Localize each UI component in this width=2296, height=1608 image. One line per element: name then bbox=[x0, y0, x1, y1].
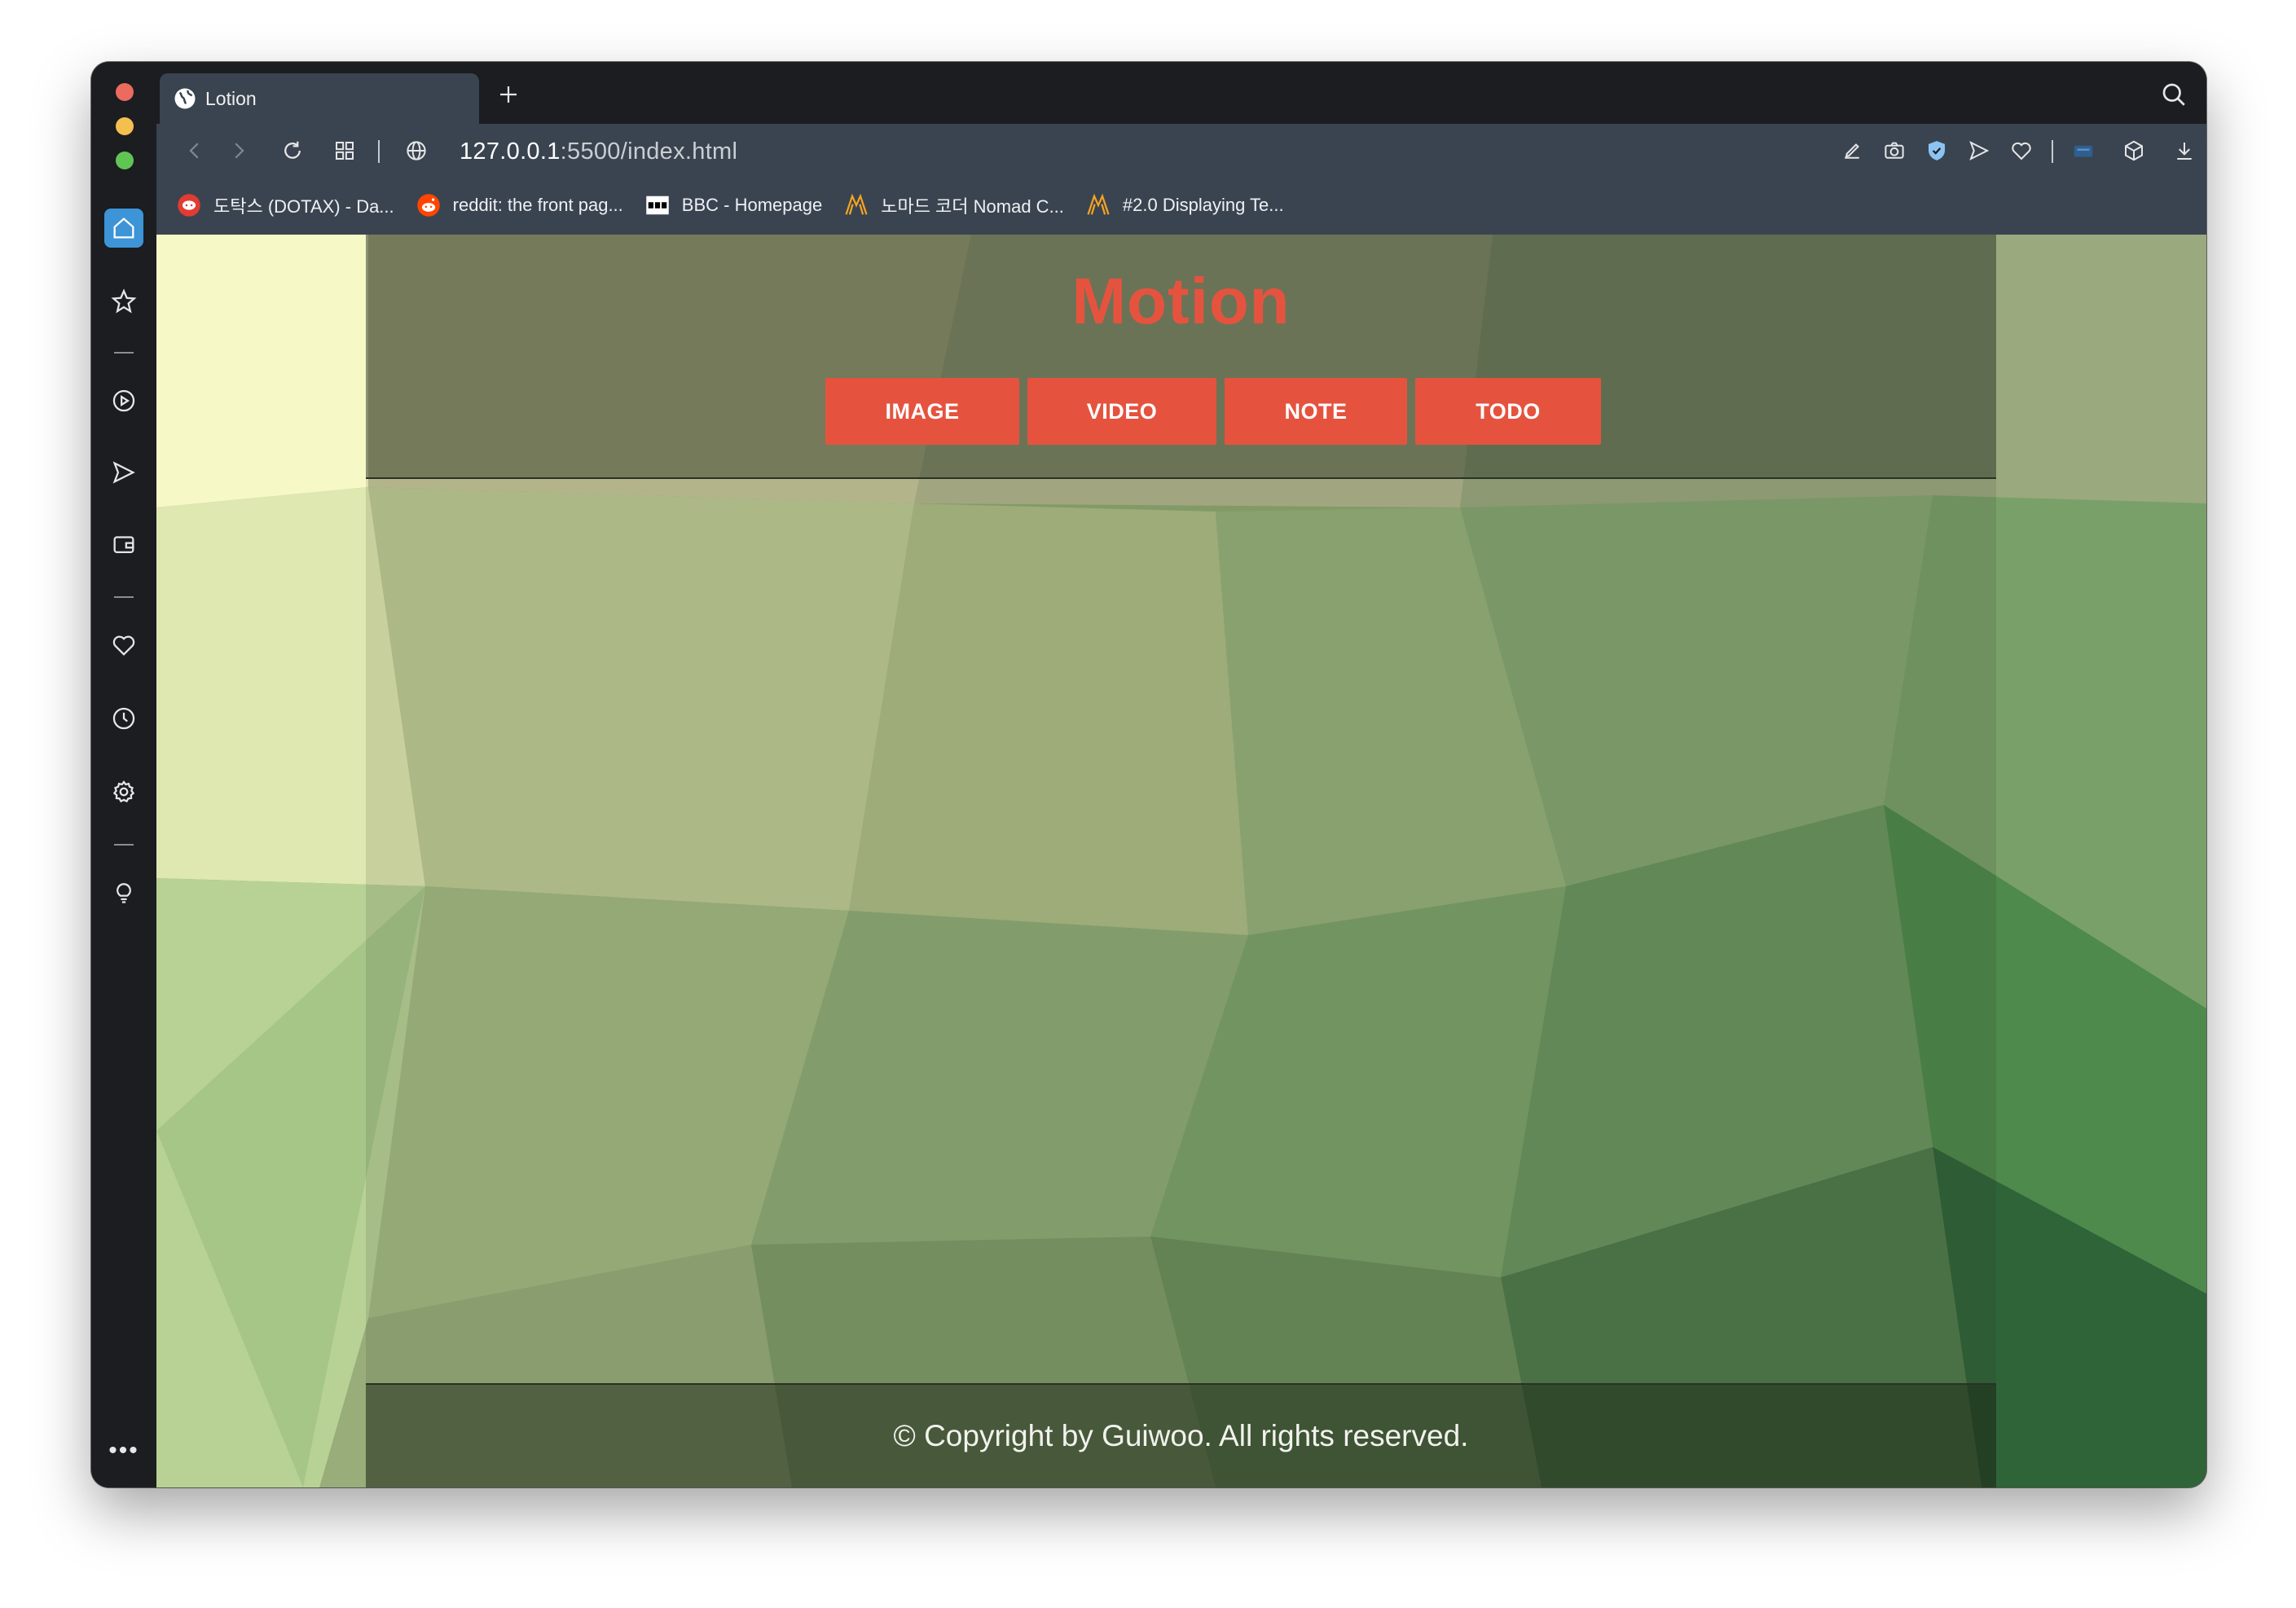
shield-icon bbox=[1929, 141, 1945, 160]
page-viewport: Motion IMAGE VIDEO NOTE TODO © Copyright… bbox=[156, 235, 2206, 1487]
url-path: :5500/index.html bbox=[560, 138, 738, 165]
bookmark-item[interactable]: 도탁스 (DOTAX) - Da... bbox=[176, 192, 394, 218]
screenshot-button[interactable] bbox=[1880, 137, 1908, 165]
globe-icon bbox=[174, 88, 196, 109]
nomad-favicon bbox=[843, 192, 869, 218]
nomad-favicon bbox=[1085, 192, 1111, 218]
send-icon bbox=[112, 461, 135, 484]
bookmark-label: #2.0 Displaying Te... bbox=[1122, 195, 1284, 215]
tab-title: Lotion bbox=[205, 87, 257, 109]
sidebar-divider bbox=[114, 352, 134, 354]
sidebar-divider bbox=[114, 596, 134, 598]
page-document-area bbox=[366, 479, 1996, 1383]
lightbulb-icon bbox=[117, 883, 131, 903]
zoom-window-button[interactable] bbox=[116, 152, 134, 169]
play-icon bbox=[112, 389, 135, 412]
bookmark-item[interactable]: 노마드 코더 Nomad C... bbox=[843, 192, 1064, 218]
chevron-right-icon bbox=[235, 143, 244, 159]
heart-icon bbox=[112, 635, 135, 656]
toolbar: 127.0.0.1:5500/index.html 도탁스 (DOTAX) - … bbox=[156, 124, 2206, 235]
close-window-button[interactable] bbox=[116, 83, 134, 101]
sidebar-player-button[interactable] bbox=[104, 381, 143, 420]
tab-strip: Lotion bbox=[156, 62, 2206, 124]
plus-icon bbox=[500, 86, 517, 103]
page-header: Motion IMAGE VIDEO NOTE TODO bbox=[366, 235, 1996, 479]
camera-icon bbox=[1885, 142, 1904, 159]
star-icon bbox=[111, 288, 137, 314]
todo-button[interactable]: TODO bbox=[1415, 378, 1601, 445]
bookmark-item[interactable]: reddit: the front pag... bbox=[416, 192, 623, 218]
reddit-favicon bbox=[416, 192, 442, 218]
dotax-favicon bbox=[176, 192, 202, 218]
bookmark-label: 노마드 코더 Nomad C... bbox=[881, 196, 1064, 217]
grid-icon bbox=[336, 142, 354, 160]
home-icon bbox=[113, 217, 134, 239]
extension-button[interactable] bbox=[2069, 137, 2097, 165]
chevron-left-icon bbox=[189, 143, 199, 159]
gear-icon bbox=[112, 780, 135, 803]
page-footer: © Copyright by Guiwoo. All rights reserv… bbox=[366, 1383, 1996, 1487]
bookmark-label: 도탁스 (DOTAX) - Da... bbox=[213, 196, 394, 217]
download-icon bbox=[2177, 143, 2192, 160]
url-host: 127.0.0.1 bbox=[460, 138, 561, 165]
sidebar-settings-button[interactable] bbox=[104, 772, 143, 811]
wallet-icon bbox=[113, 536, 134, 554]
clock-icon bbox=[112, 707, 135, 730]
edit-icon bbox=[1845, 143, 1859, 159]
nav-button-group: IMAGE VIDEO NOTE TODO bbox=[366, 378, 1996, 445]
bookmark-label: BBC - Homepage bbox=[681, 195, 823, 215]
minimize-window-button[interactable] bbox=[116, 117, 134, 135]
sidebar-wallet-button[interactable] bbox=[104, 525, 143, 564]
snapshot-editor-button[interactable] bbox=[1838, 137, 1866, 165]
downloads-button[interactable] bbox=[2171, 137, 2198, 165]
sidebar-favorites-button[interactable] bbox=[104, 626, 143, 665]
globe-outline-icon bbox=[407, 141, 426, 160]
new-tab-button[interactable] bbox=[492, 78, 525, 111]
sidebar-history-button[interactable] bbox=[104, 699, 143, 738]
sidebar-divider bbox=[114, 844, 134, 846]
search-icon[interactable] bbox=[2159, 80, 2188, 109]
note-button[interactable]: NOTE bbox=[1225, 378, 1407, 445]
reload-button[interactable] bbox=[279, 137, 306, 165]
browser-window: ••• Lotion 127.0.0.1:5500/index.html 도탁스… bbox=[91, 62, 2206, 1487]
toolbar-divider bbox=[2052, 140, 2053, 163]
heart-icon bbox=[2012, 142, 2031, 160]
browser-sidebar: ••• bbox=[91, 62, 156, 1487]
sidebar-bookmarks-button[interactable] bbox=[104, 282, 143, 321]
sidebar-home-button[interactable] bbox=[104, 209, 143, 248]
image-button[interactable]: IMAGE bbox=[825, 378, 1019, 445]
extension-icon bbox=[2074, 145, 2093, 157]
vpn-shield-button[interactable] bbox=[1923, 137, 1951, 165]
more-icon[interactable]: ••• bbox=[99, 1439, 148, 1473]
send-icon bbox=[1969, 140, 1990, 161]
cube-icon bbox=[2125, 140, 2143, 161]
back-button[interactable] bbox=[181, 137, 209, 165]
bbc-favicon bbox=[644, 192, 671, 218]
forward-button[interactable] bbox=[225, 137, 253, 165]
sidebar-tips-button[interactable] bbox=[104, 872, 143, 911]
bookmark-item[interactable]: #2.0 Displaying Te... bbox=[1085, 192, 1284, 218]
logo-title: Motion bbox=[1071, 265, 1291, 337]
toolbar-divider bbox=[378, 140, 380, 163]
extensions-menu-button[interactable] bbox=[2120, 137, 2148, 165]
tab-lotion[interactable]: Lotion bbox=[160, 73, 479, 124]
page-container: Motion IMAGE VIDEO NOTE TODO © Copyright… bbox=[366, 235, 1996, 1487]
video-button[interactable]: VIDEO bbox=[1027, 378, 1216, 445]
reload-icon bbox=[284, 141, 301, 159]
speed-dial-button[interactable] bbox=[331, 137, 358, 165]
site-info-button[interactable] bbox=[402, 137, 430, 165]
bookmark-item[interactable]: BBC - Homepage bbox=[644, 192, 822, 218]
sidebar-flow-button[interactable] bbox=[104, 453, 143, 492]
bookmark-label: reddit: the front pag... bbox=[452, 195, 623, 215]
copyright-text: © Copyright by Guiwoo. All rights reserv… bbox=[893, 1419, 1469, 1452]
bookmarks-bar: 도탁스 (DOTAX) - Da... reddit: the front pa… bbox=[176, 187, 1305, 223]
send-to-flow-button[interactable] bbox=[1965, 137, 1993, 165]
favorite-button[interactable] bbox=[2008, 137, 2035, 165]
address-bar[interactable]: 127.0.0.1:5500/index.html bbox=[460, 135, 737, 168]
